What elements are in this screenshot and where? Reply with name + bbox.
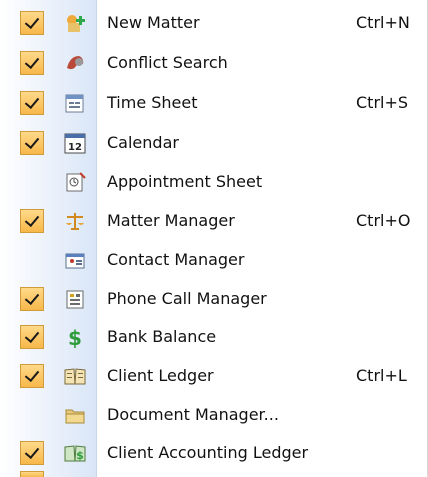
context-menu: New Matter Ctrl+N Conflict Search Time S… <box>0 0 428 477</box>
menu-item-shortcut: Ctrl+S <box>356 93 409 112</box>
document-manager-icon <box>64 404 86 426</box>
menu-item-shortcut: Ctrl+N <box>356 13 410 32</box>
menu-item-time-sheet[interactable]: Time Sheet Ctrl+S <box>0 83 427 122</box>
menu-item-label: Client Accounting Ledger <box>107 443 309 462</box>
menu-item-label: Document Manager... <box>107 405 279 424</box>
menu-item-label: Bank Balance <box>107 327 217 346</box>
matter-manager-icon <box>64 210 86 232</box>
next-item-check-partial <box>20 471 44 477</box>
menu-item-label: Conflict Search <box>107 53 228 72</box>
check-mark-icon <box>20 11 44 35</box>
appointment-sheet-icon <box>64 171 86 193</box>
menu-item-conflict-search[interactable]: Conflict Search <box>0 43 427 82</box>
menu-item-bank-balance[interactable]: $ Bank Balance <box>0 317 427 356</box>
menu-item-label: Time Sheet <box>107 93 198 112</box>
menu-item-label: Appointment Sheet <box>107 172 263 191</box>
menu-item-client-ledger[interactable]: Client Ledger Ctrl+L <box>0 356 427 395</box>
check-mark-icon <box>20 91 44 115</box>
menu-item-label: Phone Call Manager <box>107 289 267 308</box>
menu-item-calendar[interactable]: 12 Calendar <box>0 123 427 162</box>
svg-text:$: $ <box>76 449 84 462</box>
menu-item-document-manager[interactable]: Document Manager... <box>0 395 427 434</box>
menu-item-label: New Matter <box>107 13 200 32</box>
bank-balance-icon: $ <box>64 326 86 348</box>
check-mark-icon <box>20 51 44 75</box>
check-mark-icon <box>20 131 44 155</box>
check-mark-icon <box>20 441 44 465</box>
contact-manager-icon <box>64 249 86 271</box>
calendar-icon: 12 <box>64 132 86 154</box>
menu-item-label: Contact Manager <box>107 250 245 269</box>
menu-item-phone-call-manager[interactable]: Phone Call Manager <box>0 279 427 318</box>
menu-item-label: Client Ledger <box>107 366 214 385</box>
check-mark-icon <box>20 209 44 233</box>
check-mark-icon <box>20 325 44 349</box>
menu-item-label: Calendar <box>107 133 179 152</box>
conflict-search-icon <box>64 52 86 74</box>
time-sheet-icon <box>64 92 86 114</box>
phone-call-manager-icon <box>64 288 86 310</box>
check-mark-icon <box>20 287 44 311</box>
menu-item-matter-manager[interactable]: Matter Manager Ctrl+O <box>0 201 427 240</box>
menu-item-new-matter[interactable]: New Matter Ctrl+N <box>0 3 427 42</box>
menu-item-client-accounting-ledger[interactable]: $ Client Accounting Ledger <box>0 433 427 472</box>
svg-text:$: $ <box>68 326 82 348</box>
new-matter-icon <box>64 12 86 34</box>
client-ledger-icon <box>64 365 86 387</box>
calendar-icon-text: 12 <box>68 142 82 153</box>
menu-item-shortcut: Ctrl+O <box>356 211 411 230</box>
menu-item-contact-manager[interactable]: Contact Manager <box>0 240 427 279</box>
menu-item-shortcut: Ctrl+L <box>356 366 407 385</box>
menu-item-label: Matter Manager <box>107 211 235 230</box>
client-accounting-ledger-icon: $ <box>64 442 86 464</box>
menu-item-appointment-sheet[interactable]: Appointment Sheet <box>0 162 427 201</box>
check-mark-icon <box>20 364 44 388</box>
